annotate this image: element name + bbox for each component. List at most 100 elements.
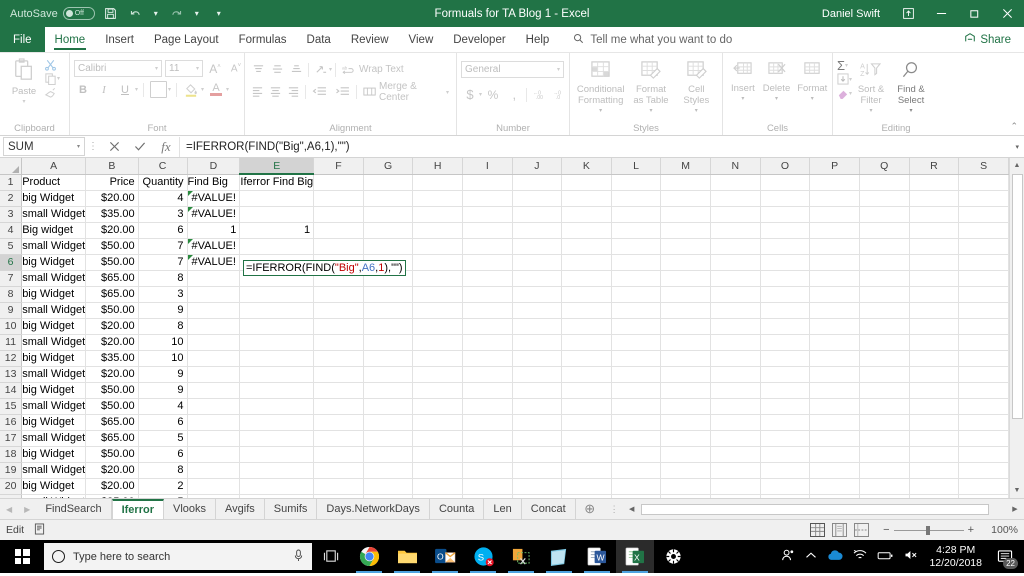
cell-F17[interactable]: [313, 430, 364, 447]
cell-J2[interactable]: [512, 190, 563, 207]
cell-H6[interactable]: [412, 254, 464, 271]
enter-icon[interactable]: [127, 137, 153, 157]
cell-I11[interactable]: [462, 334, 513, 351]
cell-G8[interactable]: [363, 286, 414, 303]
cell-P7[interactable]: [809, 270, 860, 287]
cell-styles-button[interactable]: Cell Styles ▾: [675, 58, 717, 119]
cell-O18[interactable]: [760, 446, 811, 463]
cell-K2[interactable]: [561, 190, 612, 207]
cell-S7[interactable]: [958, 270, 1009, 287]
cell-I15[interactable]: [462, 398, 513, 415]
cell-K4[interactable]: [561, 222, 612, 239]
close-icon[interactable]: [991, 0, 1024, 27]
cell-J4[interactable]: [512, 222, 563, 239]
tab-review[interactable]: Review: [341, 27, 399, 52]
conditional-formatting-button[interactable]: Conditional Formatting ▾: [575, 58, 627, 119]
cell-Q1[interactable]: [859, 174, 910, 191]
cell-M7[interactable]: [660, 270, 711, 287]
cell-C2[interactable]: 4: [138, 190, 188, 207]
sheet-tab-findsearch[interactable]: FindSearch: [36, 499, 112, 519]
cell-E12[interactable]: [239, 350, 315, 367]
row-header-16[interactable]: 16: [0, 414, 23, 431]
chrome-icon[interactable]: [350, 540, 388, 573]
sort-filter-button[interactable]: AZ Sort & Filter ▾: [852, 59, 890, 119]
sheet-tab-split-handle[interactable]: ⋮: [604, 499, 625, 519]
cell-Q11[interactable]: [859, 334, 910, 351]
tab-help[interactable]: Help: [516, 27, 560, 52]
cell-N17[interactable]: [710, 430, 761, 447]
align-center-button[interactable]: [267, 84, 284, 101]
cell-K18[interactable]: [561, 446, 612, 463]
cell-L19[interactable]: [611, 462, 662, 479]
cell-D17[interactable]: [187, 430, 241, 447]
save-icon[interactable]: [101, 4, 120, 23]
cell-F4[interactable]: [313, 222, 364, 239]
previous-sheet-icon[interactable]: ◀: [6, 505, 12, 514]
cell-F2[interactable]: [313, 190, 364, 207]
cell-A17[interactable]: small Widget: [21, 430, 87, 447]
cell-S19[interactable]: [958, 462, 1009, 479]
cell-S21[interactable]: [958, 494, 1009, 498]
cell-P5[interactable]: [809, 238, 860, 255]
cell-K11[interactable]: [561, 334, 612, 351]
row-header-11[interactable]: 11: [0, 334, 23, 351]
cell-H11[interactable]: [412, 334, 464, 351]
cell-N4[interactable]: [710, 222, 761, 239]
cell-B16[interactable]: $65.00: [85, 414, 139, 431]
italic-button[interactable]: I: [95, 81, 113, 98]
cell-P11[interactable]: [809, 334, 860, 351]
ribbon-display-options-icon[interactable]: [892, 0, 925, 27]
scroll-down-icon[interactable]: ▼: [1009, 483, 1024, 498]
cell-S11[interactable]: [958, 334, 1009, 351]
cell-D9[interactable]: [187, 302, 241, 319]
wrap-text-button[interactable]: ab Wrap Text: [339, 64, 407, 76]
cell-K1[interactable]: [561, 174, 612, 191]
cell-O8[interactable]: [760, 286, 811, 303]
cell-F5[interactable]: [313, 238, 364, 255]
onedrive-icon[interactable]: [827, 549, 843, 564]
cell-D20[interactable]: [187, 478, 241, 495]
cell-C20[interactable]: 2: [138, 478, 188, 495]
cell-B3[interactable]: $35.00: [85, 206, 139, 223]
cell-J7[interactable]: [512, 270, 563, 287]
undo-icon[interactable]: [126, 4, 145, 23]
zoom-level[interactable]: 100%: [988, 524, 1018, 536]
cell-L2[interactable]: [611, 190, 662, 207]
fill-button[interactable]: ▾: [837, 73, 852, 85]
cell-O15[interactable]: [760, 398, 811, 415]
cell-O7[interactable]: [760, 270, 811, 287]
cell-K15[interactable]: [561, 398, 612, 415]
taskbar-clock[interactable]: 4:28 PM 12/20/2018: [929, 544, 982, 570]
cell-G21[interactable]: [363, 494, 414, 498]
zoom-in-button[interactable]: +: [964, 524, 978, 536]
skype-icon[interactable]: S: [464, 540, 502, 573]
cell-K10[interactable]: [561, 318, 612, 335]
autosave-toggle[interactable]: Off: [62, 7, 95, 20]
insert-cells-button[interactable]: Insert ▾: [727, 58, 759, 107]
cell-D2[interactable]: #VALUE!: [187, 190, 241, 207]
row-header-7[interactable]: 7: [0, 270, 23, 287]
cell-B13[interactable]: $20.00: [85, 366, 139, 383]
cell-J18[interactable]: [512, 446, 563, 463]
cell-S5[interactable]: [958, 238, 1009, 255]
column-header-M[interactable]: M: [660, 158, 711, 175]
cell-S16[interactable]: [958, 414, 1009, 431]
cell-Q13[interactable]: [859, 366, 910, 383]
scroll-right-icon[interactable]: ▶: [1008, 502, 1022, 517]
cell-O19[interactable]: [760, 462, 811, 479]
number-format-combo[interactable]: General ▾: [461, 61, 564, 78]
cell-A18[interactable]: big Widget: [21, 446, 87, 463]
cell-A14[interactable]: big Widget: [21, 382, 87, 399]
cell-O13[interactable]: [760, 366, 811, 383]
cell-F13[interactable]: [313, 366, 364, 383]
column-header-A[interactable]: A: [21, 158, 87, 175]
cell-P15[interactable]: [809, 398, 860, 415]
cell-A1[interactable]: Product: [21, 174, 87, 191]
cell-J3[interactable]: [512, 206, 563, 223]
name-box[interactable]: SUM ▾: [3, 137, 85, 156]
cell-K16[interactable]: [561, 414, 612, 431]
column-header-J[interactable]: J: [512, 158, 563, 175]
cell-G12[interactable]: [363, 350, 414, 367]
align-middle-button[interactable]: [268, 61, 286, 78]
increase-decimal-button[interactable]: ←0.00: [531, 86, 549, 103]
